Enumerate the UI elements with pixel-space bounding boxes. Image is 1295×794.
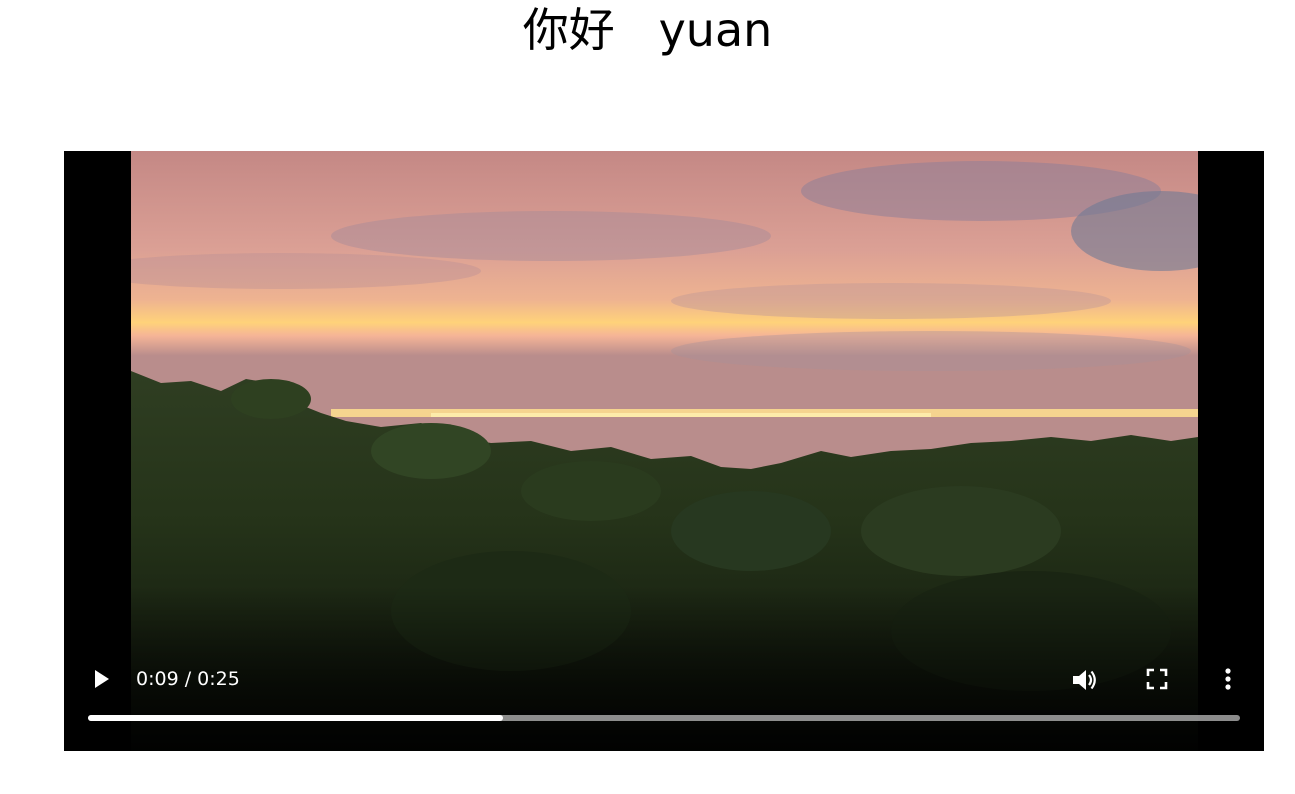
page: 你好 yuan 0:09 / 0:25 <box>0 0 1295 794</box>
play-icon <box>95 670 109 688</box>
fullscreen-button[interactable] <box>1144 666 1170 692</box>
time-display: 0:09 / 0:25 <box>136 668 240 690</box>
more-options-icon <box>1225 668 1231 690</box>
fullscreen-icon <box>1146 668 1168 690</box>
progress-played <box>88 715 503 721</box>
page-title: 你好 yuan <box>522 3 773 57</box>
volume-icon <box>1073 670 1096 690</box>
progress-bar[interactable] <box>88 715 1240 721</box>
volume-button[interactable] <box>1070 666 1098 694</box>
play-button[interactable] <box>88 666 114 692</box>
video-player[interactable]: 0:09 / 0:25 <box>64 151 1264 751</box>
more-options-button[interactable] <box>1216 666 1240 692</box>
